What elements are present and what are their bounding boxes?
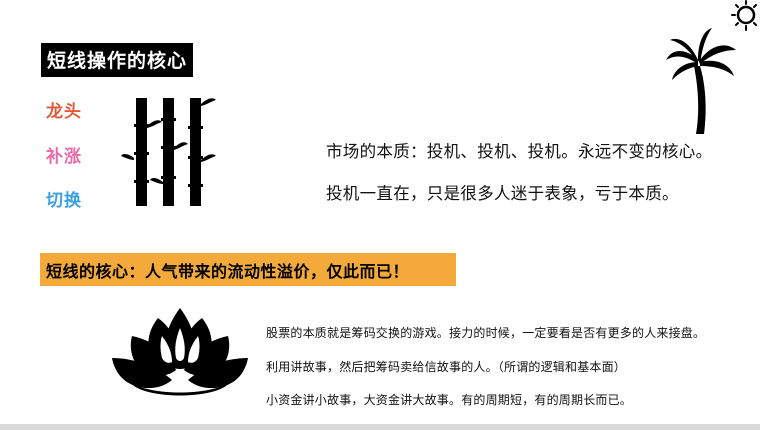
statement-market-essence: 市场的本质：投机、投机、投机。永远不变的核心。 <box>326 142 713 161</box>
section-title: 短线操作的核心 <box>41 43 194 77</box>
keyword-leader: 龙头 <box>46 102 82 122</box>
palm-tree-icon <box>666 28 736 134</box>
keyword-catch-up: 补涨 <box>46 147 82 167</box>
keyword-rotation: 切换 <box>46 191 82 211</box>
note-storytelling: 利用讲故事，然后把筹码卖给信故事的人。（所谓的逻辑和基本面） <box>266 360 627 374</box>
statement-speculation: 投机一直在，只是很多人迷于表象，亏于本质。 <box>326 184 679 203</box>
bottom-divider <box>0 424 760 430</box>
bamboo-icon <box>121 98 216 206</box>
lotus-icon <box>112 308 248 396</box>
core-banner-text: 短线的核心：人气带来的流动性溢价，仅此而已！ <box>46 262 410 281</box>
note-chip-exchange: 股票的本质就是筹码交换的游戏。接力的时候，一定要看是否有更多的人来接盘。 <box>266 326 706 340</box>
note-capital-size: 小资金讲小故事，大资金讲大故事。有的周期短，有的周期长而已。 <box>266 393 633 407</box>
core-banner: 短线的核心：人气带来的流动性溢价，仅此而已！ <box>40 253 456 286</box>
